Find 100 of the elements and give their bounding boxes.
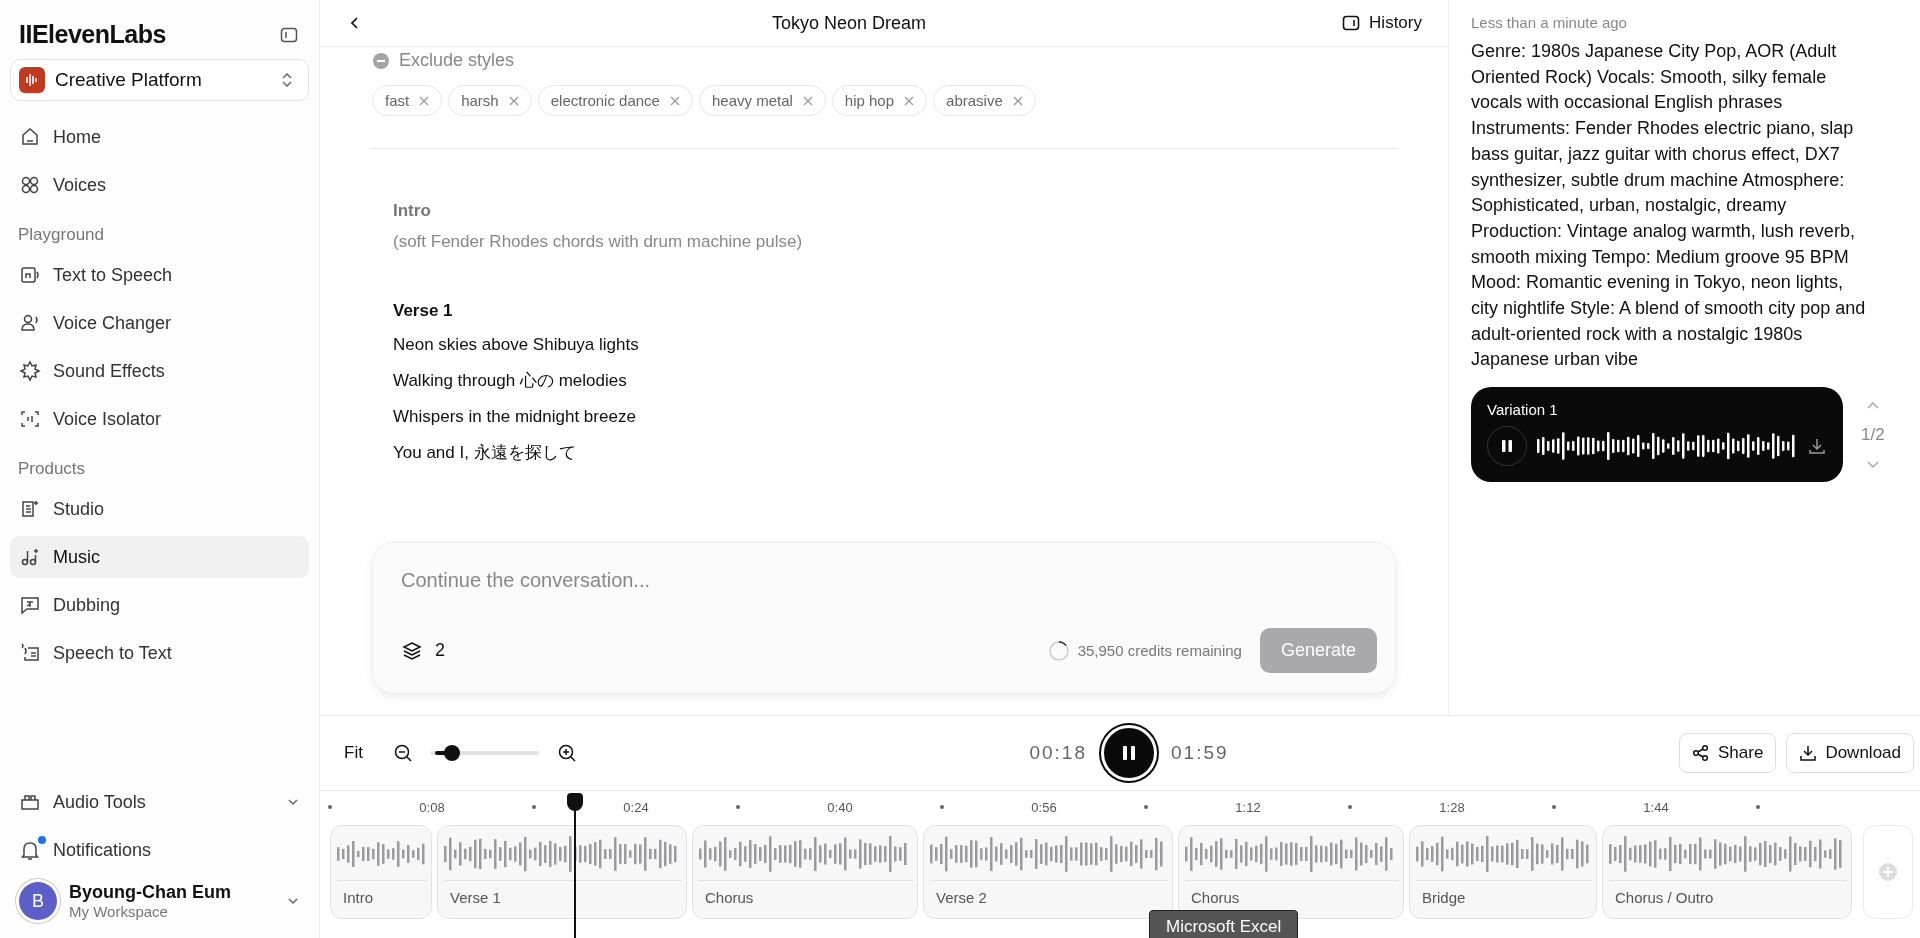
nav-item[interactable]: Dubbing (10, 584, 309, 626)
document-icon (19, 498, 41, 520)
download-icon (1799, 744, 1818, 762)
isolator-icon (19, 408, 41, 430)
tick-mark (1756, 805, 1760, 809)
share-button[interactable]: Share (1679, 733, 1777, 773)
nav-item[interactable]: Audio Tools (10, 781, 309, 823)
credits-remaining: 35,950 credits remaining (1077, 642, 1242, 659)
section-label: Intro (342, 888, 374, 906)
remove-icon[interactable] (669, 95, 680, 106)
lyric-line: Walking through 心の melodies (393, 370, 628, 392)
transcript-icon (19, 642, 41, 664)
nav-item[interactable]: Text to Speech (10, 254, 309, 296)
lyric-line: You and I, 永遠を探して (393, 442, 577, 464)
music-note-icon (19, 546, 41, 568)
pause-icon (1501, 439, 1513, 454)
panel-icon (1341, 13, 1362, 33)
tag-label: heavy metal (711, 92, 793, 109)
song-section[interactable]: Verse 1 (437, 825, 687, 919)
exclude-styles-label: Exclude styles (399, 50, 515, 71)
tag-label: fast (385, 92, 410, 109)
time-tick: 1:44 (1643, 799, 1669, 815)
tick-mark (1552, 805, 1556, 809)
nav-item[interactable]: Music (10, 536, 309, 578)
song-section[interactable]: Intro (330, 825, 432, 919)
nav-item[interactable]: Voice Isolator (10, 398, 309, 440)
remove-icon[interactable] (1012, 95, 1023, 106)
song-section[interactable]: Chorus / Outro (1602, 825, 1852, 919)
nav-item[interactable]: Sound Effects (10, 350, 309, 392)
tag-label: harsh (461, 92, 499, 109)
layers-icon[interactable] (401, 639, 423, 662)
tick-mark (736, 805, 740, 809)
tick-mark (1348, 805, 1352, 809)
section-label: Verse 2 (935, 888, 988, 906)
section-heading: Playground (17, 224, 105, 246)
variation-title: Variation 1 (1487, 401, 1559, 419)
logo[interactable]: IIElevenLabs (19, 20, 166, 49)
spinner-icon (1047, 639, 1070, 662)
time-tick: 1:12 (1235, 799, 1261, 815)
person-icon (19, 312, 41, 334)
section-label: Chorus (704, 888, 755, 906)
song-section[interactable]: Verse 2 (923, 825, 1173, 919)
section-heading: Intro (393, 201, 432, 221)
bell-icon (19, 839, 41, 861)
variation-card[interactable]: Variation 1 (1471, 387, 1843, 483)
nav-item[interactable]: Voice Changer (10, 302, 309, 344)
time-tick: 1:28 (1439, 799, 1465, 815)
remove-icon[interactable] (802, 95, 813, 106)
song-section[interactable]: Chorus (1178, 825, 1404, 919)
nav-item[interactable]: Notifications (10, 829, 309, 871)
nav-item[interactable]: Studio (10, 488, 309, 530)
share-icon (1692, 744, 1710, 762)
remove-icon[interactable] (508, 95, 519, 106)
tick-mark (940, 805, 944, 809)
lyric-line: Whispers in the midnight breeze (393, 406, 637, 428)
zoom-in-icon[interactable] (556, 743, 577, 763)
time-tick: 0:24 (623, 799, 649, 815)
fit-button[interactable]: Fit (344, 743, 363, 763)
user-name: Byoung-Chan Eum (69, 882, 232, 903)
remove-icon[interactable] (904, 95, 915, 106)
updown-icon (280, 71, 294, 89)
history-button[interactable]: History (1335, 12, 1428, 34)
nav-item[interactable]: Home (10, 116, 309, 158)
tag-label: electronic dance (550, 92, 660, 109)
pause-button[interactable] (1487, 426, 1527, 467)
pause-icon (1122, 745, 1136, 761)
app-logo-icon (19, 67, 45, 93)
song-section[interactable]: Bridge (1409, 825, 1597, 919)
zoom-out-icon[interactable] (392, 743, 413, 763)
plus-icon (1878, 862, 1898, 882)
circles-icon (19, 174, 41, 196)
page-indicator: 1/2 (1861, 424, 1885, 445)
section-label: Chorus (1190, 888, 1241, 906)
chat-icon (19, 594, 41, 616)
slider-thumb[interactable] (444, 745, 461, 761)
download-icon[interactable] (1807, 436, 1827, 457)
nav-item[interactable]: Voices (10, 164, 309, 206)
remove-icon[interactable] (419, 95, 430, 106)
section-label: Verse 1 (449, 888, 502, 906)
section-heading: Products (17, 458, 87, 480)
tick-mark (328, 805, 332, 809)
playhead[interactable] (567, 793, 583, 938)
tag-label: abrasive (946, 92, 1003, 109)
workspace-selector[interactable]: Creative Platform (10, 59, 309, 101)
variation-count: 2 (435, 640, 445, 661)
lyric-line: Neon skies above Shibuya lights (393, 334, 640, 356)
nav-item[interactable]: Speech to Text (10, 632, 309, 674)
song-section[interactable]: Chorus (692, 825, 918, 919)
section-heading: Verse 1 (393, 301, 454, 321)
avatar: B (19, 882, 57, 920)
tag-label: hip hop (844, 92, 895, 109)
section-label: Chorus / Outro (1614, 888, 1715, 906)
minus-icon (372, 51, 390, 70)
total-time: 01:59 (1171, 742, 1229, 764)
user-menu[interactable]: B Byoung-Chan Eum My Workspace (10, 874, 309, 928)
page-title: Tokyo Neon Dream (771, 12, 928, 34)
tooltip: Microsoft Excel (1149, 910, 1299, 938)
home-icon (19, 126, 41, 148)
download-button[interactable]: Download (1786, 733, 1914, 773)
tick-mark (532, 805, 536, 809)
